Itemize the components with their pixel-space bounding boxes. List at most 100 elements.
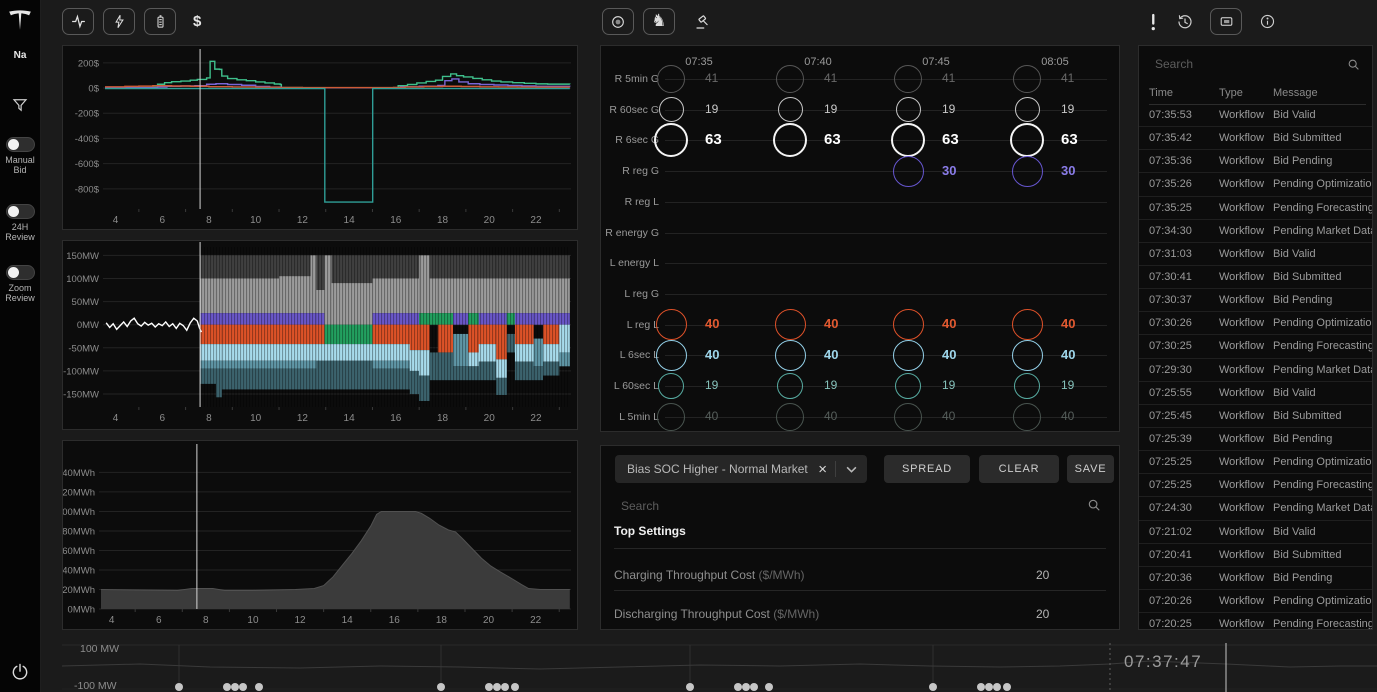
log-row[interactable]: 07:25:39WorkflowBid Pending xyxy=(1139,428,1372,451)
gavel-icon[interactable] xyxy=(692,9,714,34)
bid-circle-r-6sec-g[interactable] xyxy=(773,123,807,157)
setting-unit: ($/MWh) xyxy=(759,568,805,582)
spread-button[interactable]: SPREAD xyxy=(884,455,970,483)
svg-text:20MWh: 20MWh xyxy=(63,585,95,596)
bid-circle-l-5min-l[interactable] xyxy=(776,403,804,431)
log-row[interactable]: 07:25:45WorkflowBid Submitted xyxy=(1139,405,1372,428)
log-row[interactable]: 07:25:55WorkflowBid Valid xyxy=(1139,382,1372,405)
bid-circle-r-5min-g[interactable] xyxy=(894,65,922,93)
bid-circle-r-60sec-g[interactable] xyxy=(1015,97,1040,122)
log-row[interactable]: 07:25:25WorkflowPending Forecasting xyxy=(1139,474,1372,497)
bid-circle-l-5min-l[interactable] xyxy=(1013,403,1041,431)
log-row[interactable]: 07:35:42WorkflowBid Submitted xyxy=(1139,127,1372,150)
bid-circle-l-60sec-l[interactable] xyxy=(1014,373,1040,399)
activity-button[interactable] xyxy=(62,8,94,35)
clear-button[interactable]: CLEAR xyxy=(979,455,1059,483)
chevron-down-icon[interactable] xyxy=(836,466,867,473)
tesla-logo-icon[interactable] xyxy=(0,6,40,32)
preset-select[interactable]: Bias SOC Higher - Normal Market × xyxy=(615,455,867,483)
bid-circle-l-5min-l[interactable] xyxy=(657,403,685,431)
bid-value: 19 xyxy=(942,102,986,116)
svg-text:8: 8 xyxy=(206,215,212,226)
log-row[interactable]: 07:30:41WorkflowBid Submitted xyxy=(1139,266,1372,289)
bid-circle-l-reg-l[interactable] xyxy=(893,309,924,340)
bid-circle-l-6sec-l[interactable] xyxy=(775,340,806,371)
bid-value: 19 xyxy=(705,102,749,116)
setting-value[interactable]: 20 xyxy=(1036,568,1049,582)
bid-circle-r-6sec-g[interactable] xyxy=(1010,123,1044,157)
log-cell: 07:35:25 xyxy=(1149,202,1219,214)
info-icon[interactable] xyxy=(1256,9,1278,34)
bid-circle-l-60sec-l[interactable] xyxy=(777,373,803,399)
bid-circle-l-60sec-l[interactable] xyxy=(658,373,684,399)
matrix-column-time: 07:40 xyxy=(792,56,844,68)
log-row[interactable]: 07:24:30WorkflowPending Market Data xyxy=(1139,497,1372,520)
setting-value[interactable]: 20 xyxy=(1036,607,1049,621)
log-row[interactable]: 07:35:53WorkflowBid Valid xyxy=(1139,104,1372,127)
manual-bid-toggle[interactable] xyxy=(6,137,35,152)
save-button[interactable]: SAVE xyxy=(1067,455,1114,483)
log-row[interactable]: 07:20:25WorkflowPending Forecasting xyxy=(1139,613,1372,629)
event-dot xyxy=(175,683,183,691)
24h-review-toggle[interactable] xyxy=(6,204,35,219)
bid-circle-r-5min-g[interactable] xyxy=(1013,65,1041,93)
log-row[interactable]: 07:31:03WorkflowBid Valid xyxy=(1139,243,1372,266)
bid-circle-r-reg-g[interactable] xyxy=(1012,156,1043,187)
bid-circle-r-6sec-g[interactable] xyxy=(654,123,688,157)
log-row[interactable]: 07:35:36WorkflowBid Pending xyxy=(1139,150,1372,173)
matrix-row-label: L reg G xyxy=(601,288,659,300)
log-row[interactable]: 07:30:25WorkflowPending Forecasting xyxy=(1139,335,1372,358)
bolt-button[interactable] xyxy=(103,8,135,35)
record-button[interactable] xyxy=(602,8,634,35)
bid-circle-l-6sec-l[interactable] xyxy=(656,340,687,371)
log-row[interactable]: 07:29:30WorkflowPending Market Data xyxy=(1139,359,1372,382)
bid-circle-r-60sec-g[interactable] xyxy=(659,97,684,122)
event-dot xyxy=(993,683,1001,691)
history-icon[interactable] xyxy=(1174,9,1196,34)
bid-circle-l-60sec-l[interactable] xyxy=(895,373,921,399)
bid-circle-r-reg-g[interactable] xyxy=(893,156,924,187)
battery-button[interactable] xyxy=(144,8,176,35)
bid-circle-r-60sec-g[interactable] xyxy=(896,97,921,122)
log-row[interactable]: 07:20:41WorkflowBid Submitted xyxy=(1139,544,1372,567)
bid-value: 40 xyxy=(705,409,749,423)
log-row[interactable]: 07:30:37WorkflowBid Pending xyxy=(1139,289,1372,312)
bid-circle-l-6sec-l[interactable] xyxy=(1012,340,1043,371)
setting-row[interactable]: Discharging Throughput Cost ($/MWh) 20 xyxy=(614,600,1106,628)
bid-circle-r-6sec-g[interactable] xyxy=(891,123,925,157)
log-row[interactable]: 07:25:25WorkflowPending Optimization xyxy=(1139,451,1372,474)
bid-circle-l-reg-l[interactable] xyxy=(775,309,806,340)
event-dot xyxy=(765,683,773,691)
power-icon[interactable] xyxy=(0,662,40,682)
strategy-button[interactable]: ♞ xyxy=(643,8,675,35)
setting-row[interactable]: Charging Throughput Cost ($/MWh) 20 xyxy=(614,561,1106,589)
settings-search-input[interactable] xyxy=(619,498,1075,514)
log-row[interactable]: 07:30:26WorkflowPending Optimization xyxy=(1139,312,1372,335)
clear-preset-icon[interactable]: × xyxy=(810,461,835,478)
bid-circle-r-5min-g[interactable] xyxy=(657,65,685,93)
log-row[interactable]: 07:35:26WorkflowPending Optimization xyxy=(1139,173,1372,196)
alert-icon[interactable] xyxy=(1146,9,1160,34)
filter-icon[interactable] xyxy=(0,96,40,114)
toggle-knob xyxy=(8,206,19,217)
svg-text:-150MW: -150MW xyxy=(63,390,99,401)
bid-circle-r-5min-g[interactable] xyxy=(776,65,804,93)
autobidder-app: Na Manual Bid 24H Review Zoom Review $ xyxy=(0,0,1377,692)
bid-circle-l-6sec-l[interactable] xyxy=(893,340,924,371)
bid-circle-r-60sec-g[interactable] xyxy=(778,97,803,122)
log-row[interactable]: 07:20:36WorkflowBid Pending xyxy=(1139,567,1372,590)
log-search-input[interactable] xyxy=(1153,56,1347,72)
svg-text:-600$: -600$ xyxy=(75,159,100,170)
log-row[interactable]: 07:20:26WorkflowPending Optimization xyxy=(1139,590,1372,613)
card-button[interactable] xyxy=(1210,8,1242,35)
svg-text:14: 14 xyxy=(342,615,354,626)
dollar-icon[interactable]: $ xyxy=(193,13,201,30)
log-row[interactable]: 07:35:25WorkflowPending Forecasting xyxy=(1139,197,1372,220)
log-row[interactable]: 07:34:30WorkflowPending Market Data xyxy=(1139,220,1372,243)
zoom-review-toggle[interactable] xyxy=(6,265,35,280)
bid-circle-l-reg-l[interactable] xyxy=(1012,309,1043,340)
log-cell: 07:35:53 xyxy=(1149,109,1219,121)
log-row[interactable]: 07:21:02WorkflowBid Valid xyxy=(1139,521,1372,544)
bid-circle-l-5min-l[interactable] xyxy=(894,403,922,431)
bid-circle-l-reg-l[interactable] xyxy=(656,309,687,340)
